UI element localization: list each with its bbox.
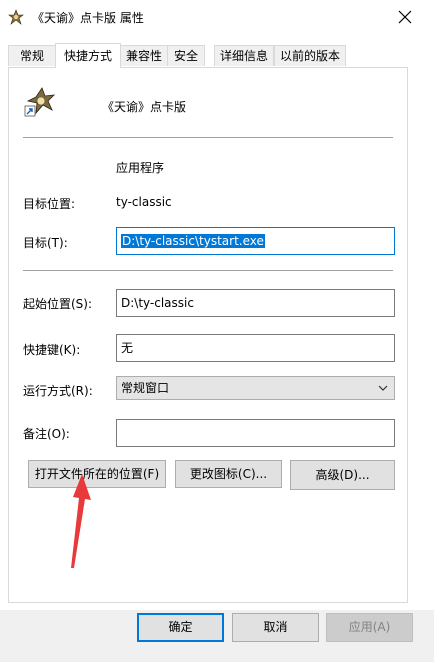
chevron-down-icon [378, 385, 388, 391]
title-bar: 《天谕》点卡版 属性 [0, 0, 434, 34]
target-type-value: 应用程序 [116, 161, 165, 175]
target-label: 目标(T): [23, 236, 68, 250]
tab-shortcut[interactable]: 快捷方式 [55, 43, 121, 68]
target-location-label: 目标位置: [23, 197, 76, 211]
tab-compatibility[interactable]: 兼容性 [120, 45, 168, 66]
close-icon [398, 10, 412, 24]
target-location-value: ty-classic [116, 195, 172, 209]
divider [23, 137, 393, 138]
change-icon-button[interactable]: 更改图标(C)... [175, 460, 282, 488]
cancel-button[interactable]: 取消 [232, 613, 319, 642]
comment-label: 备注(O): [23, 427, 70, 441]
run-select[interactable]: 常规窗口 [116, 376, 395, 400]
tab-details[interactable]: 详细信息 [214, 45, 274, 66]
advanced-button[interactable]: 高级(D)... [290, 460, 395, 490]
run-select-value: 常规窗口 [121, 381, 170, 395]
target-input-value: D:\ty-classic\tystart.exe [121, 234, 265, 248]
close-button[interactable] [388, 4, 422, 30]
divider [23, 270, 393, 271]
comment-input[interactable] [116, 419, 395, 447]
shortcut-key-input[interactable]: 无 [116, 334, 395, 362]
tab-general[interactable]: 常规 [8, 45, 56, 66]
app-icon [8, 9, 24, 25]
window-title: 《天谕》点卡版 属性 [32, 11, 144, 25]
start-in-input[interactable]: D:\ty-classic [116, 289, 395, 317]
apply-button[interactable]: 应用(A) [326, 613, 413, 642]
tab-security[interactable]: 安全 [167, 45, 205, 66]
tab-previous-versions[interactable]: 以前的版本 [274, 45, 346, 66]
target-input[interactable]: D:\ty-classic\tystart.exe [116, 227, 395, 255]
ok-button[interactable]: 确定 [137, 613, 224, 642]
run-label: 运行方式(R): [23, 384, 93, 398]
annotation-arrow-icon [71, 474, 91, 568]
shortcut-file-icon [24, 86, 58, 118]
shortcut-key-label: 快捷键(K): [23, 343, 81, 357]
start-in-label: 起始位置(S): [23, 297, 93, 311]
shortcut-name: 《天谕》点卡版 [102, 100, 187, 114]
